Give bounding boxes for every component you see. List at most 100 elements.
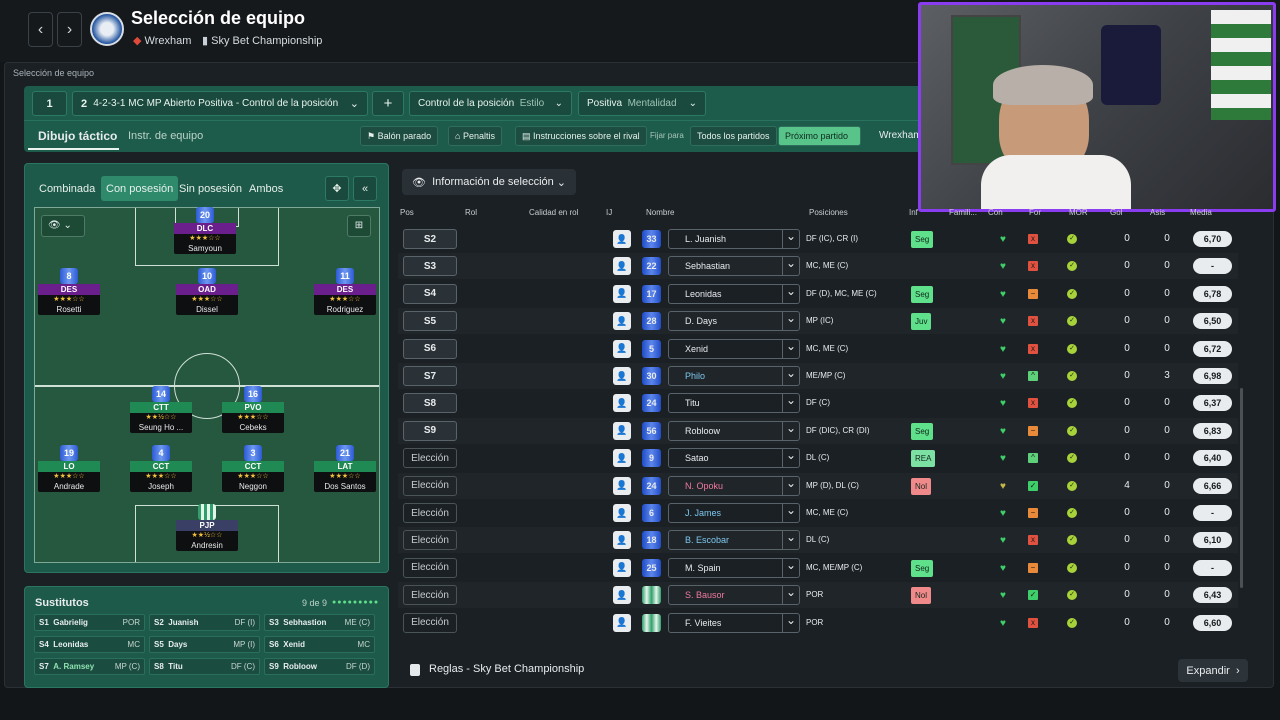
info-badge[interactable]: Juv bbox=[911, 313, 932, 331]
column-header[interactable]: Gol bbox=[1110, 208, 1122, 217]
grid-icon[interactable]: ⊞ bbox=[347, 215, 371, 237]
person-icon[interactable]: 👤 bbox=[613, 284, 631, 303]
column-header[interactable]: Asis bbox=[1150, 208, 1165, 217]
table-row[interactable]: S2 👤 33 L. Juanish DF (IC), CR (I) Seg ♥… bbox=[398, 226, 1238, 252]
pitch-player[interactable]: 11 DES ★★★☆☆ Rodriguez bbox=[314, 268, 376, 315]
selection-info-dropdown[interactable]: 👁 Información de selección ⌄ bbox=[402, 169, 576, 195]
person-icon[interactable]: 👤 bbox=[613, 339, 631, 358]
position-select[interactable]: Elección bbox=[403, 475, 457, 496]
person-icon[interactable]: 👤 bbox=[613, 558, 631, 577]
pitch-player[interactable]: 21 LAT ★★★☆☆ Dos Santos bbox=[314, 445, 376, 492]
person-icon[interactable]: 👤 bbox=[613, 449, 631, 468]
column-header[interactable]: MOR bbox=[1069, 208, 1088, 217]
table-row[interactable]: S9 👤 56 Robloow DF (DIC), CR (DI) Seg ♥ … bbox=[398, 417, 1238, 444]
person-icon[interactable]: 👤 bbox=[613, 476, 631, 495]
club-tab[interactable]: Wrexham bbox=[879, 130, 922, 141]
pitch-player[interactable]: 4 CCT ★★★☆☆ Joseph bbox=[130, 445, 192, 492]
column-header[interactable]: Rol bbox=[465, 208, 477, 217]
table-row[interactable]: Elección 👤 S. Bausor POR Nol ♥ ✓ ✓ 0 0 6… bbox=[398, 582, 1238, 609]
person-icon[interactable]: 👤 bbox=[613, 367, 631, 385]
info-badge[interactable]: REA bbox=[911, 450, 936, 468]
table-row[interactable]: S4 👤 17 Leonidas DF (D), MC, ME (C) Seg … bbox=[398, 281, 1238, 307]
player-name-select[interactable]: Robloow bbox=[668, 420, 800, 441]
table-row[interactable]: S3 👤 22 Sebhastian MC, ME (C) ♥ x ✓ 0 0 … bbox=[398, 253, 1238, 280]
tab-tactical-drawing[interactable]: Dibujo táctico bbox=[38, 129, 117, 143]
position-select[interactable]: S3 bbox=[403, 256, 457, 277]
pitch-player[interactable]: 8 DES ★★★☆☆ Rosetti bbox=[38, 268, 100, 315]
person-icon[interactable]: 👤 bbox=[613, 257, 631, 276]
pitch-player[interactable]: 14 CTT ★★½☆☆ Seung Ho ... bbox=[130, 386, 192, 433]
tab-team-instructions[interactable]: Instr. de equipo bbox=[128, 130, 203, 142]
substitute-item[interactable]: S9 Robloow DF (D) bbox=[264, 658, 375, 675]
move-icon[interactable]: ✥ bbox=[325, 176, 349, 201]
player-name-select[interactable]: Philo bbox=[668, 366, 800, 386]
person-icon[interactable]: 👤 bbox=[613, 531, 631, 550]
substitute-item[interactable]: S3 Sebhastion ME (C) bbox=[264, 614, 375, 631]
tactic-slot-button[interactable]: 1 bbox=[32, 91, 67, 116]
position-select[interactable]: Elección bbox=[403, 448, 457, 469]
rules-link[interactable]: Reglas - Sky Bet Championship bbox=[429, 663, 584, 675]
phase-tab-combined[interactable]: Combinada bbox=[34, 176, 100, 201]
player-name-select[interactable]: Xenid bbox=[668, 338, 800, 359]
position-select[interactable]: S6 bbox=[403, 338, 457, 359]
column-header[interactable]: IJ bbox=[606, 208, 612, 217]
player-name-select[interactable]: B. Escobar bbox=[668, 530, 800, 551]
substitute-item[interactable]: S8 Titu DF (C) bbox=[149, 658, 260, 675]
person-icon[interactable]: 👤 bbox=[613, 613, 631, 632]
player-name-select[interactable]: S. Bausor bbox=[668, 585, 800, 606]
pitch-player[interactable]: 10 OAD ★★★☆☆ Dissel bbox=[176, 268, 238, 315]
column-header[interactable]: Posiciones bbox=[809, 208, 848, 217]
player-name-select[interactable]: Satao bbox=[668, 448, 800, 469]
table-row[interactable]: S6 👤 5 Xenid MC, ME (C) ♥ x ✓ 0 0 6,72 bbox=[398, 336, 1238, 362]
table-row[interactable]: Elección 👤 24 N. Opoku MP (D), DL (C) No… bbox=[398, 472, 1238, 499]
column-header[interactable]: For bbox=[1029, 208, 1041, 217]
person-icon[interactable]: 👤 bbox=[613, 394, 631, 413]
phase-tab-out-possession[interactable]: Sin posesión bbox=[174, 176, 247, 201]
table-scrollbar[interactable] bbox=[1240, 388, 1243, 588]
person-icon[interactable]: 👤 bbox=[613, 230, 631, 248]
info-badge[interactable]: Nol bbox=[911, 587, 932, 605]
add-tactic-button[interactable]: + bbox=[372, 91, 404, 116]
forward-button[interactable]: › bbox=[57, 12, 82, 47]
player-name-select[interactable]: N. Opoku bbox=[668, 475, 800, 496]
style-select[interactable]: Control de la posición Estilo ⌄ bbox=[409, 91, 572, 116]
pitch-player[interactable]: 16 PVO ★★★☆☆ Cebeks bbox=[222, 386, 284, 433]
person-icon[interactable]: 👤 bbox=[613, 312, 631, 331]
position-select[interactable]: Elección bbox=[403, 530, 457, 551]
column-header[interactable]: Famili... bbox=[949, 208, 977, 217]
table-row[interactable]: Elección 👤 F. Vieites POR ♥ x ✓ 0 0 6,60 bbox=[398, 610, 1238, 636]
table-row[interactable]: S5 👤 28 D. Days MP (IC) Juv ♥ x ✓ 0 0 6,… bbox=[398, 308, 1238, 335]
info-badge[interactable]: Seg bbox=[911, 231, 934, 248]
table-row[interactable]: Elección 👤 6 J. James MC, ME (C) ♥ − ✓ 0… bbox=[398, 500, 1238, 526]
column-header[interactable]: Inf bbox=[909, 208, 918, 217]
column-header[interactable]: Calidad en rol bbox=[529, 208, 578, 217]
position-select[interactable]: S5 bbox=[403, 311, 457, 332]
penalties-button[interactable]: ⌂ Penaltis bbox=[448, 126, 502, 146]
player-name-select[interactable]: J. James bbox=[668, 503, 800, 523]
column-header[interactable]: Nombre bbox=[646, 208, 674, 217]
position-select[interactable]: Elección bbox=[403, 557, 457, 578]
mentality-select[interactable]: Positiva Mentalidad ⌄ bbox=[578, 91, 706, 116]
substitute-item[interactable]: S1 Gabrielig POR bbox=[34, 614, 145, 631]
column-header[interactable]: Con bbox=[988, 208, 1003, 217]
club-name[interactable]: ◆ Wrexham bbox=[133, 34, 191, 47]
person-icon[interactable]: 👤 bbox=[613, 586, 631, 605]
position-select[interactable]: S4 bbox=[403, 283, 457, 304]
collapse-icon[interactable]: « bbox=[353, 176, 377, 201]
player-name-select[interactable]: M. Spain bbox=[668, 557, 800, 578]
info-badge[interactable]: Seg bbox=[911, 285, 934, 303]
view-toggle[interactable]: 👁 ⌄ bbox=[41, 215, 85, 237]
substitute-item[interactable]: S2 Juanish DF (I) bbox=[149, 614, 260, 631]
table-row[interactable]: Elección 👤 25 M. Spain MC, ME/MP (C) Seg… bbox=[398, 555, 1238, 581]
player-name-select[interactable]: Titu bbox=[668, 393, 800, 414]
info-badge[interactable]: Seg bbox=[911, 559, 934, 577]
table-row[interactable]: Elección 👤 18 B. Escobar DL (C) ♥ x ✓ 0 … bbox=[398, 527, 1238, 554]
position-select[interactable]: S2 bbox=[403, 229, 457, 249]
player-name-select[interactable]: L. Juanish bbox=[668, 229, 800, 249]
pitch-player[interactable]: 3 CCT ★★★☆☆ Neggon bbox=[222, 445, 284, 492]
substitute-item[interactable]: S5 Days MP (I) bbox=[149, 636, 260, 653]
table-row[interactable]: S8 👤 24 Titu DF (C) ♥ x ✓ 0 0 6,37 bbox=[398, 390, 1238, 416]
phase-tab-both[interactable]: Ambos bbox=[244, 176, 288, 201]
table-row[interactable]: Elección 👤 9 Satao DL (C) REA ♥ ^ ✓ 0 0 … bbox=[398, 445, 1238, 471]
person-icon[interactable]: 👤 bbox=[613, 421, 631, 440]
